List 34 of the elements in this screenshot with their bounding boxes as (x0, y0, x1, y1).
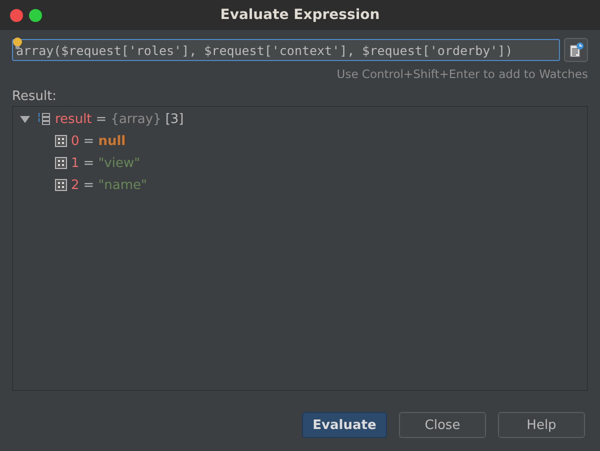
primitive-icon (55, 135, 67, 147)
hint-text: Use Control+Shift+Enter to add to Watches (336, 66, 589, 81)
document-clock-icon (568, 42, 584, 58)
variable-name: 2 (71, 178, 80, 192)
dialog-button[interactable]: Help (498, 412, 585, 438)
tree-row[interactable]: 0 = null (13, 130, 587, 152)
dialog-button[interactable]: Evaluate (302, 412, 387, 438)
equals-sign: = (83, 178, 94, 192)
primitive-icon (55, 179, 67, 191)
expanded-arrow-icon[interactable] (19, 113, 31, 125)
result-label: Result: (12, 88, 58, 104)
tree-row[interactable]: 1 = "view" (13, 152, 587, 174)
expression-text: array($request['roles'], $request['context'], $request['orderby']) (16, 42, 513, 58)
maximize-window-button[interactable] (29, 8, 42, 22)
equals-sign: = (96, 112, 107, 126)
array-icon (38, 112, 51, 126)
variable-value: [3] (165, 112, 184, 126)
variable-value: "view" (98, 156, 140, 170)
variable-value: "name" (98, 178, 148, 192)
variable-name: 0 (71, 134, 80, 148)
close-window-button[interactable] (10, 8, 23, 22)
primitive-icon (55, 157, 67, 169)
expression-field[interactable]: array($request['roles'], $request['context'], $request['orderby']) (12, 39, 560, 61)
equals-sign: = (83, 134, 94, 148)
watches-button[interactable] (564, 38, 588, 62)
variable-name: result (55, 112, 92, 126)
dialog-button[interactable]: Close (399, 412, 486, 438)
window-title: Evaluate Expression (219, 7, 381, 23)
variable-value: null (98, 134, 126, 148)
equals-sign: = (83, 156, 94, 170)
tree-row[interactable]: result = {array} [3] (13, 108, 587, 130)
tree-row[interactable]: 2 = "name" (13, 174, 587, 196)
variable-type: {array} (110, 112, 162, 126)
variable-name: 1 (71, 156, 80, 170)
